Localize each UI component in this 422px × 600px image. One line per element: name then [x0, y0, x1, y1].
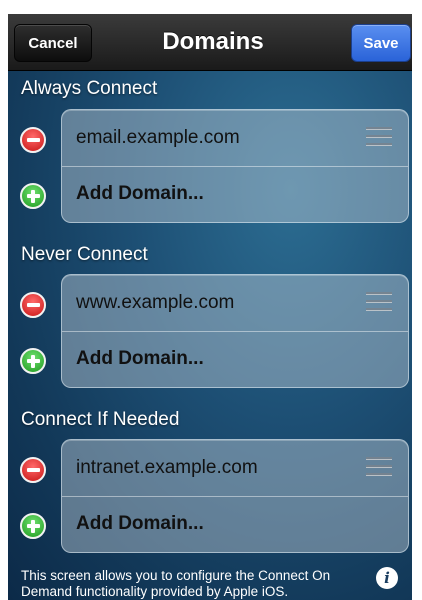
phone-screen: Cancel Domains Save Always Connect email…	[8, 14, 412, 600]
section-header-connect-if-needed: Connect If Needed	[21, 409, 180, 430]
add-domain-row[interactable]: Add Domain...	[76, 348, 204, 370]
add-domain-row[interactable]: Add Domain...	[76, 513, 204, 535]
reorder-grip-icon[interactable]	[366, 457, 392, 477]
row-divider	[62, 166, 408, 167]
section-header-never-connect: Never Connect	[21, 244, 148, 265]
cancel-button[interactable]: Cancel	[14, 24, 92, 62]
row-divider	[62, 331, 408, 332]
plus-circle-icon[interactable]	[20, 348, 46, 374]
page-title: Domains	[162, 28, 264, 55]
info-icon[interactable]: i	[376, 567, 398, 589]
footer-description: This screen allows you to configure the …	[21, 568, 331, 599]
reorder-grip-icon[interactable]	[366, 292, 392, 312]
navigation-bar: Cancel Domains Save	[8, 14, 412, 71]
domain-row[interactable]: www.example.com	[76, 292, 234, 314]
section-header-always-connect: Always Connect	[21, 78, 158, 99]
never-connect-group: www.example.com Add Domain...	[61, 274, 409, 388]
plus-circle-icon[interactable]	[20, 183, 46, 209]
row-divider	[62, 496, 408, 497]
always-connect-group: email.example.com Add Domain...	[61, 109, 409, 223]
minus-circle-icon[interactable]	[20, 457, 46, 483]
domain-row[interactable]: email.example.com	[76, 127, 240, 149]
reorder-grip-icon[interactable]	[366, 127, 392, 147]
plus-circle-icon[interactable]	[20, 513, 46, 539]
minus-circle-icon[interactable]	[20, 127, 46, 153]
connect-if-needed-group: intranet.example.com Add Domain...	[61, 439, 409, 553]
save-button[interactable]: Save	[351, 24, 411, 62]
minus-circle-icon[interactable]	[20, 292, 46, 318]
add-domain-row[interactable]: Add Domain...	[76, 183, 204, 205]
domain-row[interactable]: intranet.example.com	[76, 457, 258, 479]
